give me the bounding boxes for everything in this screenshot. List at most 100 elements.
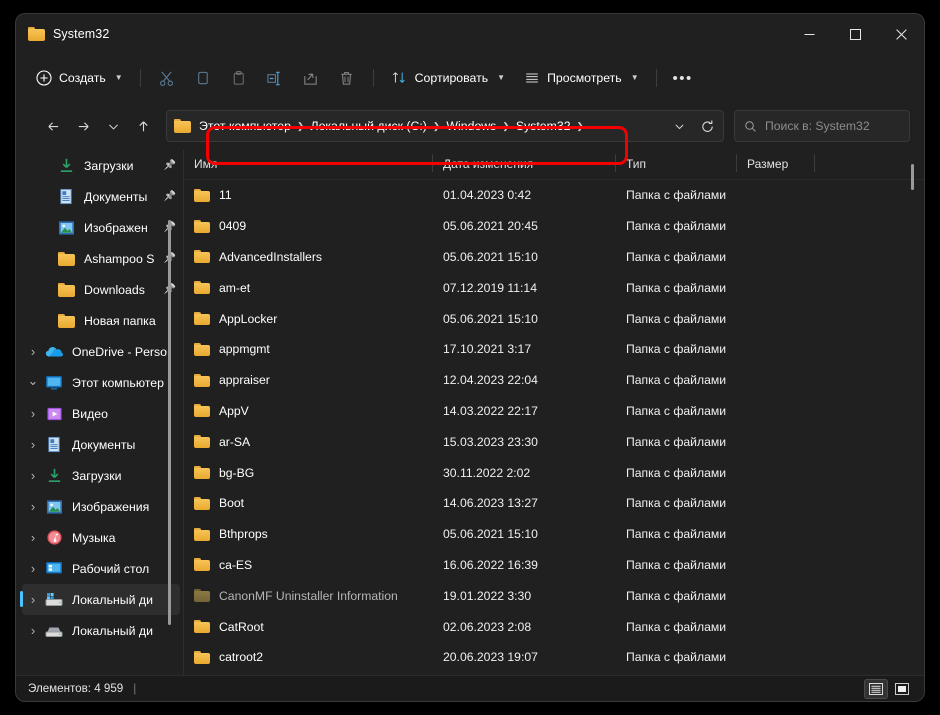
sort-ascending-icon: ⌃: [317, 150, 325, 157]
breadcrumb-separator-icon[interactable]: ❯: [296, 111, 306, 141]
breadcrumb-item[interactable]: System32: [511, 113, 576, 139]
table-row[interactable]: ar-SA15.03.2023 23:30Папка с файлами: [184, 426, 924, 457]
rename-button[interactable]: [257, 62, 293, 94]
large-icons-view-button[interactable]: [890, 679, 914, 699]
chevron-right-icon[interactable]: ›: [22, 460, 44, 491]
chevron-right-icon[interactable]: ›: [22, 336, 44, 367]
up-button[interactable]: [128, 111, 158, 141]
breadcrumb-separator-icon[interactable]: ❯: [576, 111, 586, 141]
delete-button[interactable]: [329, 62, 365, 94]
refresh-button[interactable]: [693, 112, 721, 140]
expander-placeholder: [22, 212, 44, 243]
column-header-name[interactable]: Имя⌃: [184, 155, 433, 173]
column-header-date[interactable]: Дата изменения: [433, 155, 616, 173]
navigation-scrollbar[interactable]: [168, 220, 171, 625]
sidebar-item[interactable]: ›Изображения: [22, 491, 180, 522]
sidebar-item[interactable]: ›Музыка: [22, 522, 180, 553]
view-lines-icon: [523, 70, 540, 87]
sidebar-item[interactable]: Новая папка: [22, 305, 180, 336]
table-row[interactable]: AdvancedInstallers05.06.2021 15:10Папка …: [184, 242, 924, 273]
pin-icon[interactable]: 📌: [164, 160, 176, 171]
column-header-label: Размер: [747, 157, 788, 171]
sort-button[interactable]: Сортировать ▼: [382, 62, 514, 94]
sidebar-item[interactable]: Изображен📌: [22, 212, 180, 243]
breadcrumb-item[interactable]: Локальный диск (C:): [306, 113, 432, 139]
chevron-right-icon[interactable]: ›: [22, 584, 44, 615]
sidebar-item[interactable]: Downloads📌: [22, 274, 180, 305]
more-options-button[interactable]: •••: [665, 62, 701, 94]
forward-button[interactable]: [68, 111, 98, 141]
sidebar-item[interactable]: Ashampoo S📌: [22, 243, 180, 274]
table-row[interactable]: bg-BG30.11.2022 2:02Папка с файлами: [184, 457, 924, 488]
table-row[interactable]: appraiser12.04.2023 22:04Папка с файлами: [184, 365, 924, 396]
file-type-cell: Папка с файлами: [616, 404, 737, 418]
table-row[interactable]: AppV14.03.2022 22:17Папка с файлами: [184, 396, 924, 427]
minimize-button[interactable]: [786, 14, 832, 54]
file-list-scroll-thumb[interactable]: [911, 164, 914, 190]
sidebar-item[interactable]: ›Локальный ди: [22, 615, 180, 646]
sidebar-item[interactable]: ⌄Этот компьютер: [22, 367, 180, 398]
sidebar-item[interactable]: ›Локальный ди: [22, 584, 180, 615]
chevron-down-icon[interactable]: ⌄: [22, 367, 44, 398]
search-box[interactable]: [734, 110, 910, 142]
sidebar-item[interactable]: ›Видео: [22, 398, 180, 429]
recent-locations-button[interactable]: [98, 111, 128, 141]
column-header-size[interactable]: Размер: [737, 155, 815, 173]
column-header-type[interactable]: Тип: [616, 155, 737, 173]
search-input[interactable]: [765, 119, 900, 133]
breadcrumb-item[interactable]: Этот компьютер: [194, 113, 296, 139]
details-view-button[interactable]: [864, 679, 888, 699]
chevron-right-icon[interactable]: ›: [22, 522, 44, 553]
folder-icon: [194, 312, 210, 325]
table-row[interactable]: CanonMF Uninstaller Information19.01.202…: [184, 580, 924, 611]
folder-icon: [194, 497, 210, 510]
new-button[interactable]: Создать ▼: [26, 62, 132, 94]
chevron-right-icon[interactable]: ›: [22, 429, 44, 460]
table-row[interactable]: 040905.06.2021 20:45Папка с файлами: [184, 211, 924, 242]
view-button[interactable]: Просмотреть ▼: [514, 62, 648, 94]
close-button[interactable]: [878, 14, 924, 54]
file-list-scrollbar[interactable]: [907, 150, 918, 675]
address-bar[interactable]: Этот компьютер❯Локальный диск (C:)❯Windo…: [166, 110, 724, 142]
file-date-cell: 12.04.2023 22:04: [433, 373, 616, 387]
breadcrumb-item[interactable]: Windows: [441, 113, 501, 139]
address-folder-icon: [174, 119, 191, 133]
table-row[interactable]: catroot220.06.2023 19:07Папка с файлами: [184, 642, 924, 673]
back-button[interactable]: [38, 111, 68, 141]
file-name-label: AppLocker: [219, 312, 277, 326]
file-date-cell: 14.03.2022 22:17: [433, 404, 616, 418]
address-dropdown-button[interactable]: [665, 112, 693, 140]
expander-placeholder: [22, 150, 44, 181]
table-row[interactable]: Bthprops05.06.2021 15:10Папка с файлами: [184, 519, 924, 550]
table-row[interactable]: AppLocker05.06.2021 15:10Папка с файлами: [184, 303, 924, 334]
paste-button[interactable]: [221, 62, 257, 94]
table-row[interactable]: Boot14.06.2023 13:27Папка с файлами: [184, 488, 924, 519]
cut-button[interactable]: [149, 62, 185, 94]
chevron-right-icon[interactable]: ›: [22, 615, 44, 646]
file-explorer-window: System32 Создать ▼: [16, 14, 924, 701]
maximize-button[interactable]: [832, 14, 878, 54]
table-row[interactable]: CatRoot02.06.2023 2:08Папка с файлами: [184, 611, 924, 642]
breadcrumb-separator-icon[interactable]: ❯: [501, 111, 511, 141]
share-button[interactable]: [293, 62, 329, 94]
table-row[interactable]: appmgmt17.10.2021 3:17Папка с файлами: [184, 334, 924, 365]
copy-button[interactable]: [185, 62, 221, 94]
table-row[interactable]: 1101.04.2023 0:42Папка с файлами: [184, 180, 924, 211]
sidebar-item[interactable]: ›OneDrive - Perso: [22, 336, 180, 367]
chevron-right-icon[interactable]: ›: [22, 491, 44, 522]
sidebar-item[interactable]: ›Документы: [22, 429, 180, 460]
file-name-cell: ar-SA: [184, 435, 433, 449]
breadcrumb-separator-icon[interactable]: ❯: [432, 111, 442, 141]
videos-icon: [44, 404, 64, 424]
sidebar-item[interactable]: Документы📌: [22, 181, 180, 212]
sidebar-item[interactable]: Загрузки📌: [22, 150, 180, 181]
sidebar-item[interactable]: ›Загрузки: [22, 460, 180, 491]
pin-icon[interactable]: 📌: [164, 191, 176, 202]
folder-icon: [56, 280, 76, 300]
file-name-label: 0409: [219, 219, 246, 233]
table-row[interactable]: ca-ES16.06.2022 16:39Папка с файлами: [184, 550, 924, 581]
sidebar-item[interactable]: ›Рабочий стол: [22, 553, 180, 584]
chevron-right-icon[interactable]: ›: [22, 398, 44, 429]
chevron-right-icon[interactable]: ›: [22, 553, 44, 584]
table-row[interactable]: am-et07.12.2019 11:14Папка с файлами: [184, 272, 924, 303]
